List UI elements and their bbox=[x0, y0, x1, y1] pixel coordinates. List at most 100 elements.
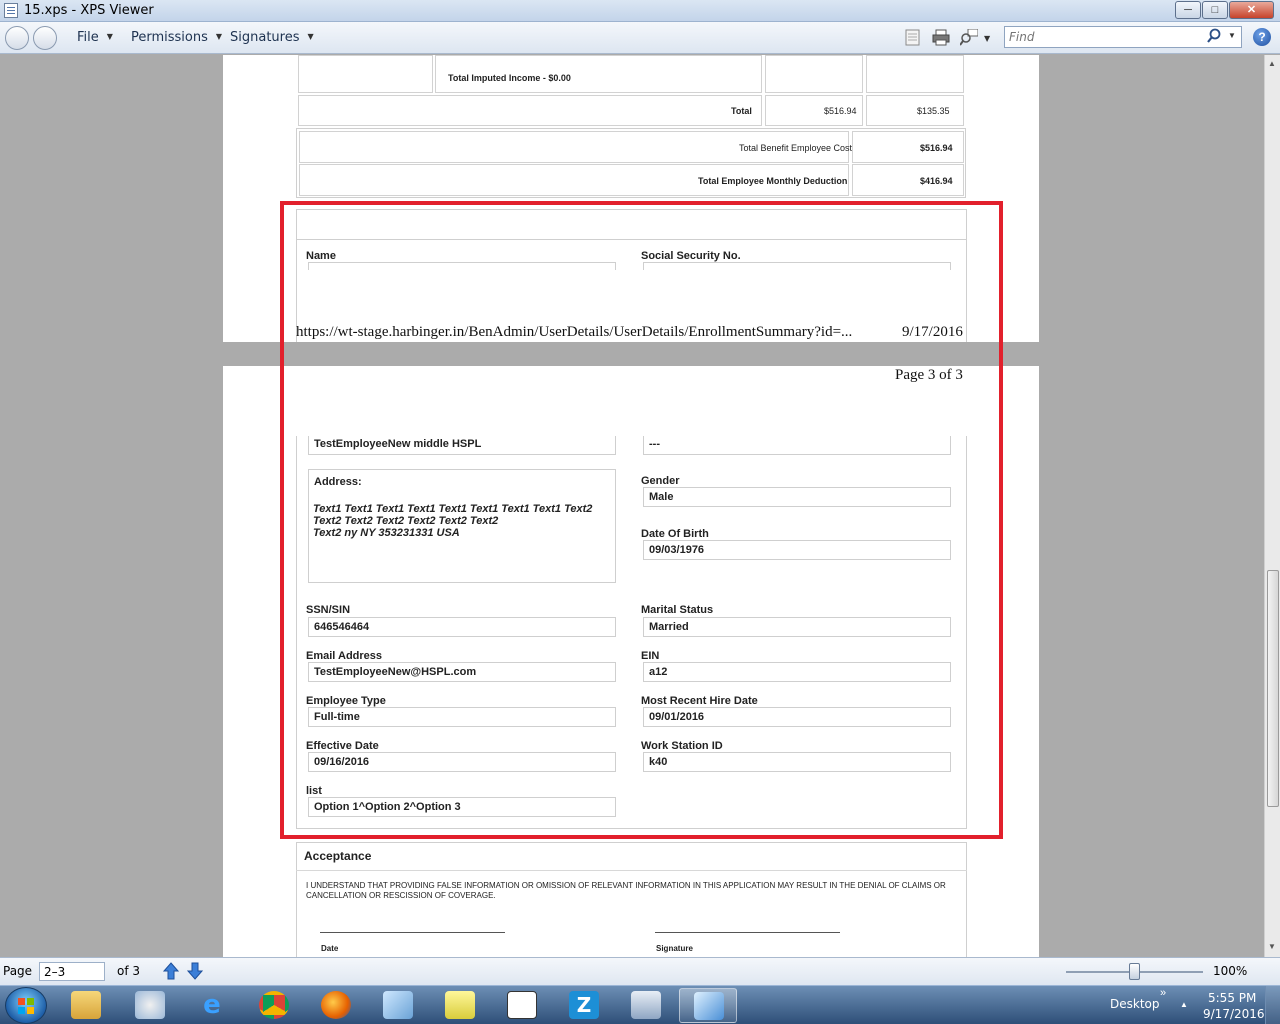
page-count-label: of 3 bbox=[117, 964, 141, 978]
close-button[interactable]: ✕ bbox=[1229, 1, 1274, 19]
address-text: Text1 Text1 Text1 Text1 Text1 Text1 Text… bbox=[313, 503, 593, 539]
page-label: Page bbox=[3, 964, 33, 978]
taskbar-explorer[interactable] bbox=[57, 988, 115, 1023]
menu-permissions-label: Permissions bbox=[131, 30, 208, 45]
name-field: TestEmployeeNew middle HSPL bbox=[308, 436, 616, 455]
ein-label: EIN bbox=[641, 650, 660, 662]
taskbar-firefox[interactable] bbox=[307, 988, 365, 1023]
tray-expand-icon[interactable]: ▲ bbox=[1180, 1000, 1188, 1009]
start-button[interactable] bbox=[5, 987, 47, 1024]
taskbar-app-8[interactable] bbox=[493, 988, 551, 1023]
monthly-deduction-value: $416.94 bbox=[920, 176, 953, 186]
gender-label: Gender bbox=[641, 475, 680, 487]
signature-label: Signature bbox=[656, 944, 693, 953]
taskbar: e Z Desktop » ▲ 5:55 PM 9/17/2016 bbox=[0, 985, 1280, 1024]
menu-signatures[interactable]: Signatures ▼ bbox=[230, 30, 314, 45]
scroll-down-icon[interactable]: ▼ bbox=[1268, 942, 1276, 951]
zoom-slider-thumb[interactable] bbox=[1129, 963, 1140, 980]
list-label: list bbox=[306, 785, 322, 797]
signature-line bbox=[655, 932, 840, 933]
chrome-icon bbox=[259, 991, 289, 1019]
section-header-box bbox=[296, 209, 967, 240]
clock-time[interactable]: 5:55 PM bbox=[1208, 991, 1256, 1005]
taskbar-chrome[interactable] bbox=[245, 988, 303, 1023]
dob-field: 09/03/1976 bbox=[643, 540, 951, 560]
list-field: Option 1^Option 2^Option 3 bbox=[308, 797, 616, 817]
taskbar-z-app[interactable]: Z bbox=[555, 988, 613, 1023]
window-title: 15.xps - XPS Viewer bbox=[24, 3, 154, 18]
gender-field: Male bbox=[643, 487, 951, 507]
chevron-down-icon[interactable]: ▼ bbox=[984, 32, 990, 47]
firefox-icon bbox=[321, 991, 351, 1019]
desktop-toolbar-label[interactable]: Desktop bbox=[1110, 997, 1160, 1011]
name-field-top bbox=[308, 262, 616, 270]
taskbar-internet-explorer[interactable]: e bbox=[183, 988, 241, 1023]
ssn-sin-label: SSN/SIN bbox=[306, 604, 351, 616]
previous-page-icon[interactable] bbox=[163, 962, 179, 980]
menu-file-label: File bbox=[77, 30, 99, 45]
taskbar-sticky-notes[interactable] bbox=[431, 988, 489, 1023]
ssn-sin-field: 646546464 bbox=[308, 617, 616, 637]
page-number-input[interactable] bbox=[39, 962, 105, 981]
xps-viewer-icon bbox=[694, 992, 724, 1020]
date-line bbox=[320, 932, 505, 933]
table-cell bbox=[765, 55, 863, 93]
hire-date-label: Most Recent Hire Date bbox=[641, 695, 758, 707]
acceptance-title: Acceptance bbox=[304, 849, 372, 863]
name-label: Name bbox=[306, 250, 336, 262]
app-icon bbox=[383, 991, 413, 1019]
marital-status-label: Marital Status bbox=[641, 604, 714, 616]
page-view-icon[interactable] bbox=[904, 29, 922, 46]
scroll-thumb[interactable] bbox=[1267, 570, 1279, 807]
table-cell bbox=[866, 55, 964, 93]
total-employer-value: $135.35 bbox=[917, 106, 950, 116]
chevron-down-icon: ▼ bbox=[215, 32, 223, 41]
taskbar-app-10[interactable] bbox=[617, 988, 675, 1023]
ssn-label: Social Security No. bbox=[641, 250, 741, 262]
xps-app-icon bbox=[4, 3, 18, 18]
table-cell bbox=[298, 55, 433, 93]
workstation-field: k40 bbox=[643, 752, 951, 772]
chevron-down-icon: ▼ bbox=[106, 32, 113, 41]
chevron-down-icon[interactable]: ▼ bbox=[1228, 31, 1236, 40]
sticky-notes-icon bbox=[445, 991, 475, 1019]
total-employee-value: $516.94 bbox=[824, 106, 857, 116]
taskbar-xps-viewer[interactable] bbox=[679, 988, 737, 1023]
footer-url: https://wt-stage.harbinger.in/BenAdmin/U… bbox=[296, 324, 853, 340]
menu-signatures-label: Signatures bbox=[230, 30, 300, 45]
benefit-cost-value: $516.94 bbox=[920, 143, 953, 153]
dob-label: Date Of Birth bbox=[641, 528, 709, 540]
zoom-level: 100% bbox=[1213, 964, 1248, 978]
ssn-field: --- bbox=[643, 436, 951, 455]
next-page-icon[interactable] bbox=[187, 962, 203, 980]
show-desktop-button[interactable] bbox=[1265, 986, 1280, 1024]
footer-date: 9/17/2016 bbox=[902, 324, 963, 340]
print-icon[interactable] bbox=[932, 29, 950, 46]
maximize-button[interactable]: □ bbox=[1202, 1, 1228, 19]
back-button[interactable] bbox=[5, 26, 29, 50]
date-label: Date bbox=[321, 944, 339, 953]
address-label: Address: bbox=[314, 476, 362, 488]
help-icon[interactable]: ? bbox=[1253, 28, 1271, 46]
menu-permissions[interactable]: Permissions ▼ bbox=[131, 30, 222, 45]
effective-date-label: Effective Date bbox=[306, 740, 379, 752]
monthly-deduction-label: Total Employee Monthly Deduction bbox=[698, 176, 848, 186]
chevron-right-icon[interactable]: » bbox=[1160, 987, 1166, 999]
employee-type-field: Full-time bbox=[308, 707, 616, 727]
taskbar-app-6[interactable] bbox=[369, 988, 427, 1023]
vertical-scrollbar[interactable]: ▲ ▼ bbox=[1264, 55, 1280, 957]
minimize-button[interactable]: ─ bbox=[1175, 1, 1201, 19]
search-icon[interactable] bbox=[1206, 28, 1222, 44]
email-label: Email Address bbox=[306, 650, 383, 662]
forward-button[interactable] bbox=[33, 26, 57, 50]
chevron-down-icon: ▼ bbox=[307, 32, 314, 41]
clock-date[interactable]: 9/17/2016 bbox=[1203, 1007, 1265, 1021]
ssn-field-top bbox=[643, 262, 951, 270]
menu-file[interactable]: File ▼ bbox=[77, 30, 113, 45]
scroll-up-icon[interactable]: ▲ bbox=[1268, 59, 1276, 68]
marital-status-field: Married bbox=[643, 617, 951, 637]
find-input[interactable] bbox=[1005, 27, 1195, 47]
taskbar-paint[interactable] bbox=[121, 988, 179, 1023]
zoom-icon[interactable] bbox=[960, 29, 978, 46]
folder-icon bbox=[71, 991, 101, 1019]
